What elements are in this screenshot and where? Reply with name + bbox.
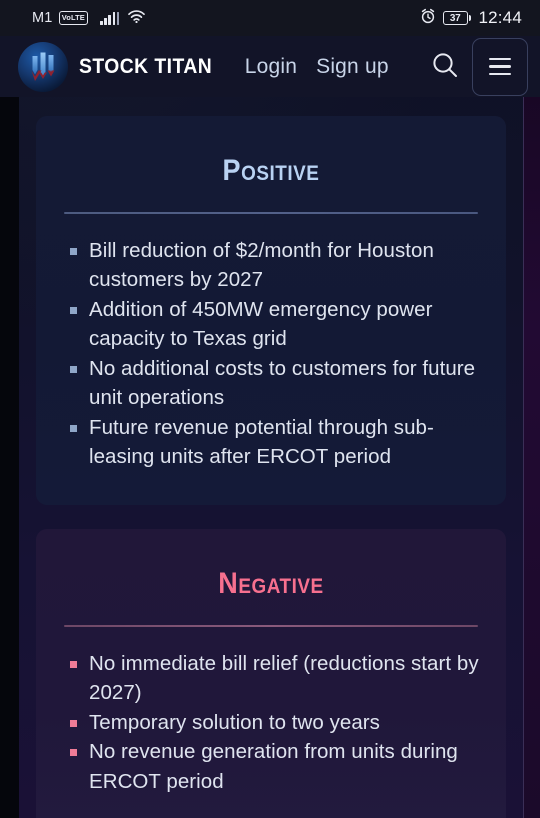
- hamburger-menu-button[interactable]: [472, 37, 528, 96]
- search-button[interactable]: [428, 50, 462, 84]
- negative-card-title: Negative: [218, 567, 324, 600]
- negative-card: Negative No immediate bill relief (reduc…: [36, 529, 506, 818]
- negative-card-divider: [64, 625, 478, 627]
- battery-tip: [469, 15, 472, 21]
- nav-link-login[interactable]: Login: [245, 55, 297, 79]
- main-content: Positive Bill reduction of $2/month for …: [19, 97, 523, 818]
- status-bar-left: M1 VoLTE: [32, 9, 146, 27]
- list-item: No immediate bill relief (reductions sta…: [64, 649, 480, 708]
- nav-link-signup[interactable]: Sign up: [316, 55, 389, 79]
- clock-label: 12:44: [478, 8, 522, 27]
- negative-bullet-list: No immediate bill relief (reductions sta…: [62, 649, 480, 797]
- carrier-label: M1: [32, 10, 53, 26]
- wifi-icon: [128, 9, 146, 27]
- signal-bars-icon: [100, 11, 120, 25]
- header-actions: [428, 37, 528, 96]
- list-item: No revenue generation from units during …: [64, 737, 480, 796]
- positive-card: Positive Bill reduction of $2/month for …: [36, 116, 506, 505]
- list-item: Bill reduction of $2/month for Houston c…: [64, 236, 480, 295]
- device-status-bar: M1 VoLTE 37 12:44: [0, 0, 540, 36]
- positive-card-divider: [64, 212, 478, 214]
- hamburger-menu-icon: [489, 58, 511, 75]
- list-item: Addition of 450MW emergency power capaci…: [64, 295, 480, 354]
- primary-nav: Login Sign up: [245, 55, 389, 79]
- positive-card-title: Positive: [222, 154, 320, 187]
- brand-logo-link[interactable]: STOCK TITAN: [18, 41, 224, 92]
- status-bar-right: 37 12:44: [420, 8, 522, 28]
- battery-level-label: 37: [442, 11, 468, 25]
- list-item: No additional costs to customers for fut…: [64, 354, 480, 413]
- positive-bullet-list: Bill reduction of $2/month for Houston c…: [62, 236, 480, 472]
- list-item: Future revenue potential through sub-lea…: [64, 413, 480, 472]
- app-viewport: Positive Bill reduction of $2/month for …: [0, 0, 540, 818]
- right-gutter: [523, 0, 540, 818]
- volte-badge: VoLTE: [58, 10, 89, 26]
- page-background: Positive Bill reduction of $2/month for …: [19, 0, 523, 818]
- battery-icon: 37: [442, 11, 472, 25]
- left-gutter: [0, 0, 19, 818]
- site-header: STOCK TITAN Login Sign up: [0, 36, 540, 97]
- stock-titan-logo-icon: [18, 41, 68, 92]
- search-icon: [430, 50, 460, 83]
- alarm-clock-icon: [420, 8, 436, 28]
- brand-name: STOCK TITAN: [79, 54, 213, 78]
- list-item: Temporary solution to two years: [64, 708, 480, 738]
